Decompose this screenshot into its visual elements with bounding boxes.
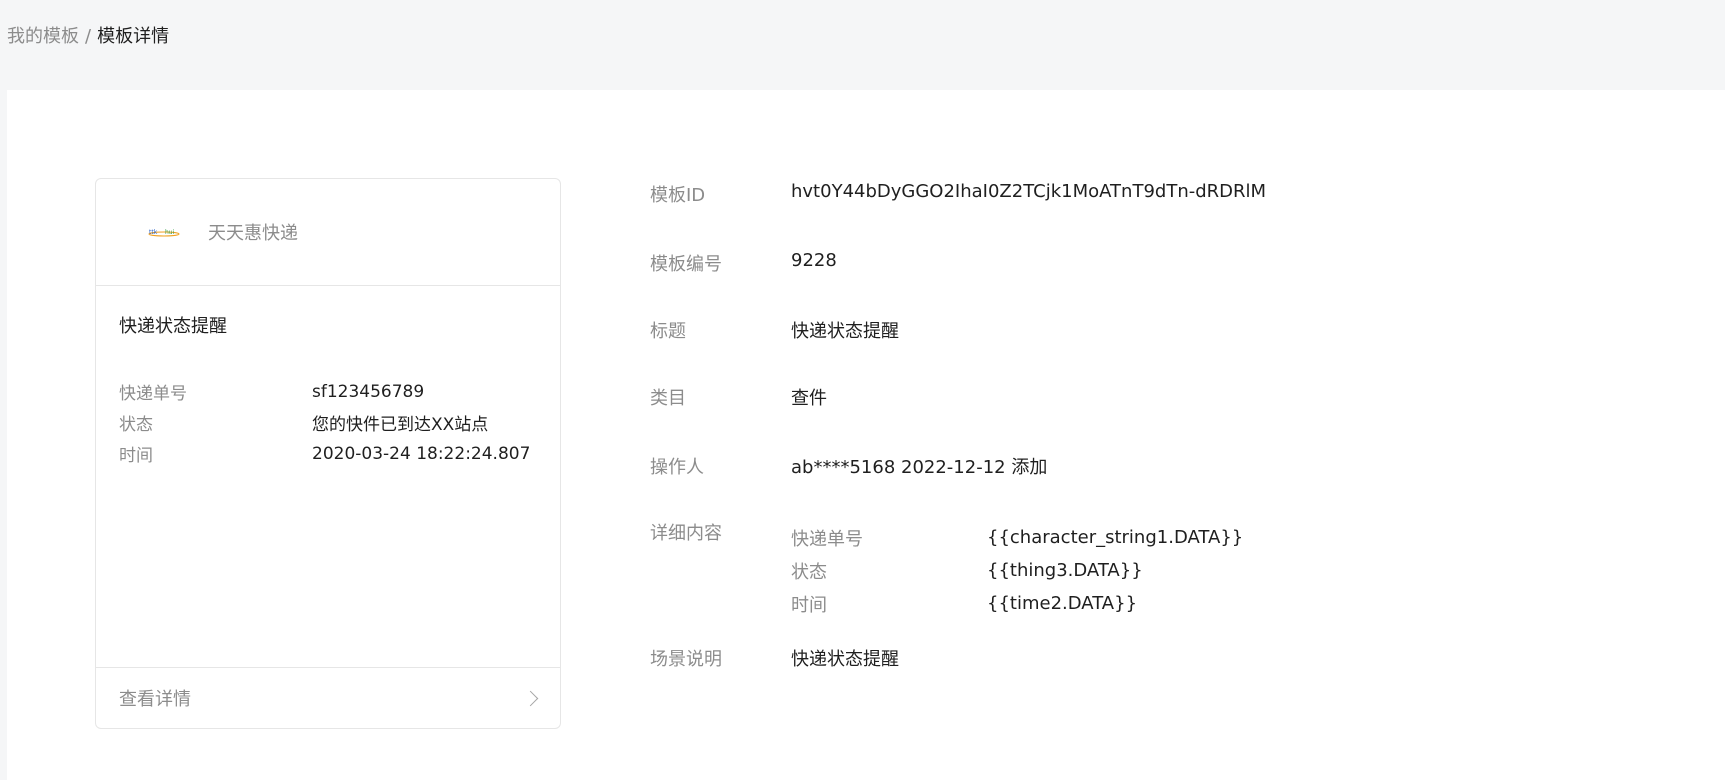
preview-field-row: 状态 您的快件已到达XX站点 xyxy=(119,407,540,438)
preview-card-header: ttk hui 天天惠快递 xyxy=(96,179,560,286)
title-label: 标题 xyxy=(650,321,686,342)
preview-field-value: 您的快件已到达XX站点 xyxy=(312,415,489,435)
preview-field-key: 时间 xyxy=(119,446,153,466)
preview-card-title: 快递状态提醒 xyxy=(119,316,227,337)
scene-label: 场景说明 xyxy=(650,649,722,670)
chevron-right-icon xyxy=(522,690,539,706)
category-label: 类目 xyxy=(650,388,686,409)
preview-field-key: 状态 xyxy=(119,415,153,435)
main-panel: ttk hui 天天惠快递 快递状态提醒 快递单号 sf123456789 状态… xyxy=(7,90,1725,780)
operator-label: 操作人 xyxy=(650,457,704,478)
content-field-key: 时间 xyxy=(791,594,827,616)
content-field-value: {{time2.DATA}} xyxy=(987,593,1138,614)
content-label: 详细内容 xyxy=(650,523,722,544)
preview-field-value: 2020-03-24 18:22:24.807 xyxy=(312,443,531,464)
template-preview-card: ttk hui 天天惠快递 快递状态提醒 快递单号 sf123456789 状态… xyxy=(95,178,561,729)
operator-value: ab****5168 2022-12-12 添加 xyxy=(791,457,1048,478)
preview-field-row: 快递单号 sf123456789 xyxy=(119,376,540,407)
view-details-link[interactable]: 查看详情 xyxy=(96,667,560,728)
preview-field-value: sf123456789 xyxy=(312,381,425,402)
content-field-key: 状态 xyxy=(791,561,827,583)
content-field-key: 快递单号 xyxy=(791,528,863,550)
brand-name: 天天惠快递 xyxy=(208,223,298,244)
breadcrumb-separator: / xyxy=(85,26,92,47)
template-number-value: 9228 xyxy=(791,250,837,271)
category-value: 查件 xyxy=(791,388,827,409)
template-id-label: 模板ID xyxy=(650,185,706,206)
svg-text:ttk: ttk xyxy=(149,229,158,236)
template-number-label: 模板编号 xyxy=(650,254,722,275)
content-field-row: 时间 {{time2.DATA}} xyxy=(791,587,1243,620)
preview-field-row: 时间 2020-03-24 18:22:24.807 xyxy=(119,438,540,469)
template-id-value: hvt0Y44bDyGGO2IhaI0Z2TCjk1MoATnT9dTn-dRD… xyxy=(791,181,1267,202)
preview-field-list: 快递单号 sf123456789 状态 您的快件已到达XX站点 时间 2020-… xyxy=(119,376,540,469)
svg-text:hui: hui xyxy=(165,229,175,236)
content-field-row: 快递单号 {{character_string1.DATA}} xyxy=(791,521,1243,554)
breadcrumb-link-my-templates[interactable]: 我的模板 xyxy=(7,24,79,50)
view-details-label: 查看详情 xyxy=(119,689,191,710)
content-field-list: 快递单号 {{character_string1.DATA}} 状态 {{thi… xyxy=(791,521,1243,620)
preview-field-key: 快递单号 xyxy=(119,384,187,404)
scene-value: 快递状态提醒 xyxy=(791,649,899,670)
breadcrumb-current: 模板详情 xyxy=(97,26,170,47)
content-field-value: {{thing3.DATA}} xyxy=(987,560,1143,581)
content-field-value: {{character_string1.DATA}} xyxy=(987,527,1244,548)
breadcrumb: 我的模板 / 模板详情 xyxy=(7,24,169,50)
content-field-row: 状态 {{thing3.DATA}} xyxy=(791,554,1243,587)
brand-logo-icon: ttk hui xyxy=(146,225,182,239)
title-value: 快递状态提醒 xyxy=(791,321,899,342)
